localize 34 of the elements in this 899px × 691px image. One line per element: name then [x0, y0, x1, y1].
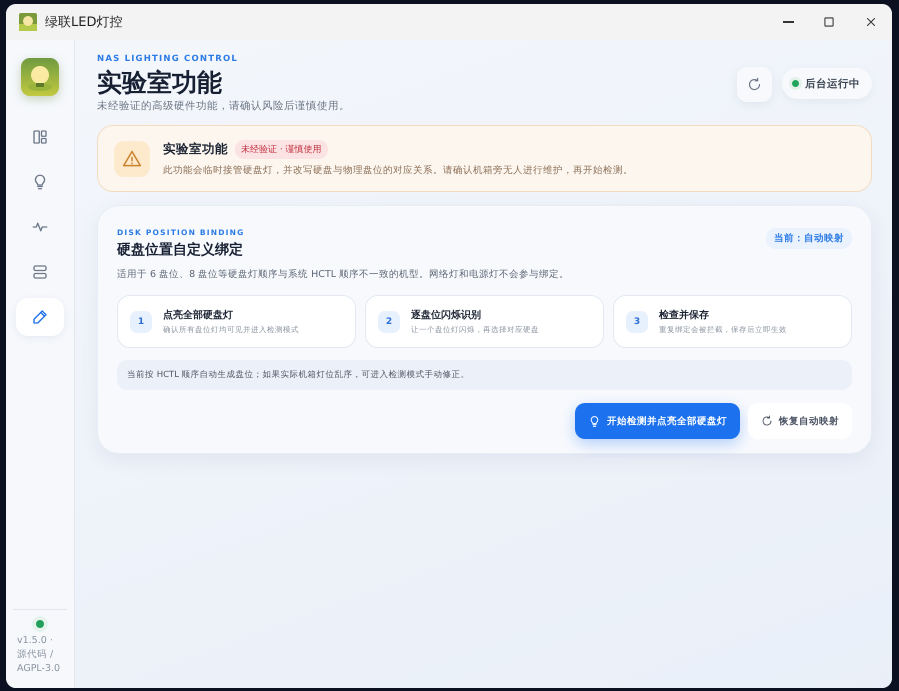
page-title: 实验室功能	[97, 68, 223, 98]
restore-mapping-button[interactable]: 恢复自动映射	[748, 403, 852, 439]
app-logo-icon	[21, 58, 59, 96]
step-title: 逐盘位闪烁识别	[411, 308, 482, 322]
maximize-icon	[822, 15, 836, 29]
light-bulb-icon	[588, 414, 601, 428]
mapping-badge: 当前：自动映射	[766, 228, 852, 249]
pencil-icon	[31, 308, 49, 326]
start-detection-button[interactable]: 开始检测并点亮全部硬盘灯	[575, 403, 740, 439]
warning-icon	[114, 140, 150, 176]
window-title: 绿联LED灯控	[45, 14, 122, 31]
warning-title: 实验室功能	[163, 141, 228, 158]
eyebrow-label: NAS LIGHTING CONTROL	[97, 54, 240, 64]
refresh-button[interactable]	[737, 67, 772, 102]
section-description: 适用于 6 盘位、8 盘位等硬盘灯顺序与系统 HCTL 顺序不一致的机型。网络灯和电源灯不会参与绑定。	[117, 268, 570, 281]
warning-badge: 未经验证 · 谨慎使用	[235, 140, 328, 159]
section-title: 硬盘位置自定义绑定	[117, 241, 244, 259]
status-label: 后台运行中	[805, 76, 860, 90]
step-number: 2	[378, 310, 400, 332]
version-text: v1.5.0 · 源代码 / AGPL-3.0	[17, 634, 62, 676]
step-title: 点亮全部硬盘灯	[163, 308, 234, 322]
app-logo-icon	[19, 13, 37, 31]
close-icon[interactable]	[864, 15, 878, 29]
server-icon	[31, 263, 49, 281]
refresh-icon	[747, 77, 762, 92]
page-subtitle: 未经验证的高级硬件功能，请确认风险后谨慎使用。	[97, 99, 351, 113]
step-number: 1	[130, 310, 152, 332]
nav-item[interactable]	[16, 298, 64, 336]
step-title: 检查并保存	[659, 308, 710, 322]
step-number: 3	[626, 310, 648, 332]
info-note: 当前按 HCTL 顺序自动生成盘位；如果实际机箱灯位乱序，可进入检测模式手动修正。	[117, 360, 852, 390]
warning-text: 此功能会临时接管硬盘灯，并改写硬盘与物理盘位的对应关系。请确认机箱旁无人进行维护，再开始检测。	[163, 164, 633, 177]
reset-icon	[761, 415, 773, 427]
dashboard-icon	[31, 128, 49, 146]
